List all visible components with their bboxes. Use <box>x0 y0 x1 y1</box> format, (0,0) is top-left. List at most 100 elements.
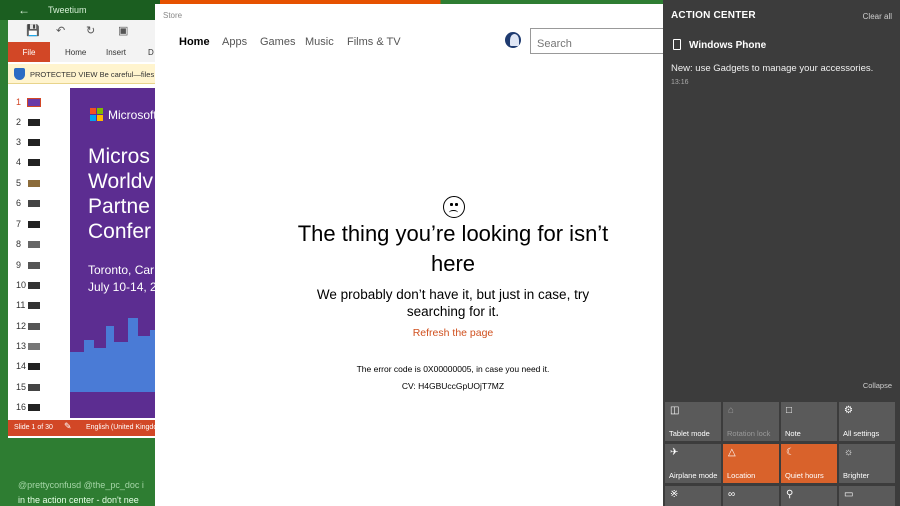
tile-label: Rotation lock <box>727 429 771 438</box>
quick-action-all-settings[interactable]: ⚙ All settings <box>839 402 895 441</box>
tile-label: Tablet mode <box>669 429 710 438</box>
slide-thumbnail-image <box>27 98 41 107</box>
slide-thumb[interactable]: 4 <box>8 154 66 172</box>
slide-thumb[interactable]: 13 <box>8 338 66 356</box>
quick-action-location[interactable]: △ Location <box>723 444 779 483</box>
store-window: Store Home Apps Games Music Films & TV T… <box>155 4 663 506</box>
note-icon: □ <box>786 405 793 416</box>
nav-films-tv[interactable]: Films & TV <box>347 36 401 48</box>
tile-label: Location <box>727 471 756 480</box>
nav-music[interactable]: Music <box>305 36 334 48</box>
present-icon[interactable]: ▣ <box>118 24 128 37</box>
back-arrow-icon[interactable]: ← <box>18 3 30 17</box>
notes-icon[interactable]: ✎ <box>64 421 72 432</box>
quick-action-rotation-lock[interactable]: ⌂ Rotation lock <box>723 402 779 441</box>
slide-thumb[interactable]: 9 <box>8 257 66 275</box>
action-center: ACTION CENTER Clear all Windows Phone Ne… <box>663 0 900 506</box>
slide-thumbnail-image <box>28 343 40 350</box>
refresh-page-link[interactable]: Refresh the page <box>303 327 603 339</box>
action-center-title: ACTION CENTER <box>671 10 756 21</box>
tab-file[interactable]: File <box>8 42 50 62</box>
quick-action-bluetooth[interactable]: ※ <box>665 486 721 506</box>
quick-action-quiet-hours[interactable]: ☾ Quiet hours <box>781 444 837 483</box>
phone-icon <box>673 39 681 50</box>
quick-action-vpn[interactable]: ∞ <box>723 486 779 506</box>
nav-home[interactable]: Home <box>179 36 210 48</box>
slide-thumb[interactable]: 7 <box>8 216 66 234</box>
quick-action-connect[interactable]: ▭ <box>839 486 895 506</box>
quick-action-airplane-mode[interactable]: ✈ Airplane mode <box>665 444 721 483</box>
slide-thumbnail-image <box>28 363 40 370</box>
slide-thumb[interactable]: 1 <box>8 94 66 112</box>
slide-thumb[interactable]: 15 <box>8 379 66 397</box>
tweetium-title: Tweetium <box>48 5 87 15</box>
slide-thumb[interactable]: 16 <box>8 399 66 417</box>
slide-number: 3 <box>16 137 22 147</box>
error-title: The thing you’re looking for isn’t here <box>297 221 609 276</box>
ribbon: 💾 ↶ ↻ ▣ File Home Insert D <box>8 20 160 62</box>
error-subtitle: We probably don’t have it, but just in c… <box>316 287 590 319</box>
slide-thumb[interactable]: 10 <box>8 277 66 295</box>
redo-icon[interactable]: ↻ <box>86 24 95 37</box>
collapse-button[interactable]: Collapse <box>863 381 892 390</box>
user-avatar[interactable] <box>505 32 521 48</box>
language-status[interactable]: English (United Kingdo <box>86 424 157 431</box>
sad-face-icon <box>443 196 465 218</box>
slide-thumbnail-image <box>28 262 40 269</box>
slide-number: 15 <box>16 382 27 392</box>
slide-thumbnail-image <box>28 282 40 289</box>
location-icon: △ <box>728 447 736 458</box>
brightness-icon: ☼ <box>844 447 854 458</box>
slide-thumbnail-image <box>28 200 40 207</box>
slide-number: 1 <box>16 97 22 107</box>
slide-thumb[interactable]: 3 <box>8 134 66 152</box>
slide-number: 9 <box>16 260 22 270</box>
slide-thumb[interactable]: 8 <box>8 236 66 254</box>
slide-number: 4 <box>16 157 22 167</box>
slide-thumbnail-image <box>28 139 40 146</box>
powerpoint-window: 💾 ↶ ↻ ▣ File Home Insert D PROTECTED VIE… <box>8 20 160 438</box>
nav-apps[interactable]: Apps <box>222 36 247 48</box>
slide-thumb[interactable]: 12 <box>8 318 66 336</box>
slide-thumb[interactable]: 14 <box>8 358 66 376</box>
quick-action-note[interactable]: □ Note <box>781 402 837 441</box>
slide-thumb[interactable]: 11 <box>8 297 66 315</box>
ribbon-tabs: File Home Insert D <box>8 42 160 62</box>
vpn-icon: ∞ <box>728 489 736 500</box>
clear-all-button[interactable]: Clear all <box>863 12 892 21</box>
notification-body[interactable]: New: use Gadgets to manage your accessor… <box>671 63 873 74</box>
wifi-icon: ⚲ <box>786 489 794 500</box>
slide-number: 7 <box>16 219 22 229</box>
slide-counter: Slide 1 of 30 <box>14 424 53 431</box>
quick-action-wifi[interactable]: ⚲ <box>781 486 837 506</box>
tab-home[interactable]: Home <box>65 42 86 62</box>
slide-thumbnail-image <box>28 323 40 330</box>
rotation-lock-icon: ⌂ <box>728 405 735 416</box>
slide-thumb[interactable]: 6 <box>8 195 66 213</box>
slide-thumbnail-image <box>28 384 40 391</box>
undo-icon[interactable]: ↶ <box>56 24 65 37</box>
quick-action-brighter[interactable]: ☼ Brighter <box>839 444 895 483</box>
nav-games[interactable]: Games <box>260 36 295 48</box>
correlation-vector: CV: H4GBUccGpUOjT7MZ <box>401 381 505 391</box>
tab-insert[interactable]: Insert <box>106 42 126 62</box>
slide-thumb[interactable]: 2 <box>8 114 66 132</box>
tab-design[interactable]: D <box>148 42 154 62</box>
tweet-item[interactable]: @prettyconfusd @the_pc_doc i in the acti… <box>8 474 160 506</box>
slide-location: Toronto, Car July 10-14, 2 <box>88 263 157 294</box>
slide-thumb[interactable]: 5 <box>8 175 66 193</box>
notification-app-name[interactable]: Windows Phone <box>689 40 766 51</box>
slide-number: 14 <box>16 361 27 371</box>
protected-view-bar: PROTECTED VIEW Be careful—files <box>8 64 160 84</box>
slide-headline: Micros Worldv Partne Confer <box>88 145 153 243</box>
save-icon[interactable]: 💾 <box>26 24 40 37</box>
slide-canvas[interactable]: Microsoft Micros Worldv Partne Confer To… <box>70 88 160 418</box>
tweetium-titlebar: ← Tweetium <box>0 0 160 20</box>
slide-thumbnail-image <box>28 180 40 187</box>
quick-action-tablet-mode[interactable]: ◫ Tablet mode <box>665 402 721 441</box>
slide-number: 11 <box>16 300 26 310</box>
search-input[interactable] <box>530 28 663 54</box>
moon-icon: ☾ <box>786 447 795 458</box>
status-bar: Slide 1 of 30 ✎ English (United Kingdo <box>8 420 160 436</box>
protected-view-text: PROTECTED VIEW Be careful—files <box>30 70 155 79</box>
